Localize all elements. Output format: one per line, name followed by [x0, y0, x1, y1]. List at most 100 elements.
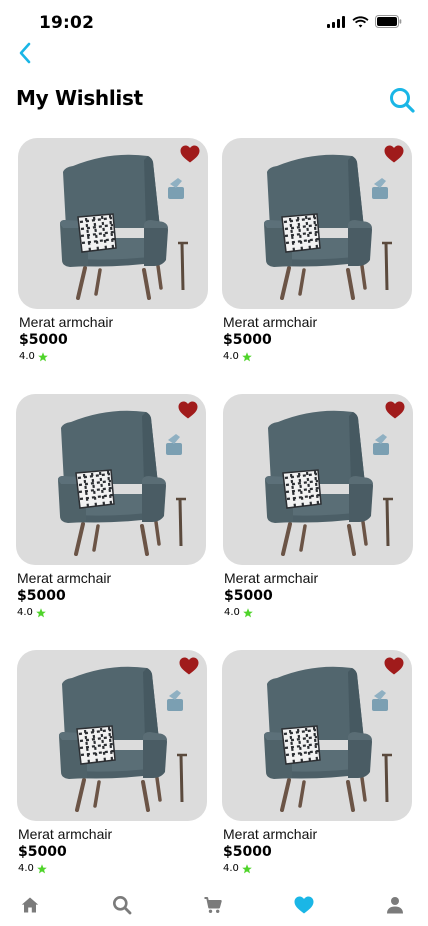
nav-wishlist[interactable] — [292, 893, 316, 917]
chair-legs — [74, 520, 161, 556]
product-price: $5000 — [223, 332, 272, 348]
product-card[interactable]: Merat armchair $5000 4.0 — [18, 138, 208, 362]
product-rating: 4.0 — [19, 351, 48, 362]
chair-legs — [281, 520, 368, 556]
armchair-image — [264, 666, 392, 812]
product-name: Merat armchair — [223, 826, 318, 842]
nav-search[interactable] — [110, 893, 134, 917]
star-icon — [38, 351, 48, 361]
product-image[interactable] — [18, 138, 208, 309]
armchair-image — [59, 666, 187, 812]
favorite-heart-icon[interactable] — [180, 145, 200, 163]
wall-lamp — [168, 178, 184, 199]
favorite-heart-icon[interactable] — [385, 401, 405, 419]
nav-cart[interactable] — [201, 893, 225, 917]
patterned-cushion — [76, 725, 116, 765]
rating-value: 4.0 — [19, 351, 35, 362]
bottom-nav — [0, 884, 428, 924]
product-rating: 4.0 — [223, 863, 252, 874]
chevron-left-icon — [19, 42, 31, 64]
status-bar: 19:02 — [0, 0, 428, 46]
product-image[interactable] — [223, 394, 413, 565]
rating-value: 4.0 — [18, 863, 34, 874]
side-stand — [382, 241, 392, 291]
side-stand — [177, 753, 187, 803]
product-rating: 4.0 — [18, 863, 47, 874]
nav-home[interactable] — [18, 893, 42, 917]
product-image[interactable] — [222, 138, 412, 309]
favorite-heart-icon[interactable] — [179, 657, 199, 675]
chair-legs — [280, 264, 367, 300]
side-stand — [383, 497, 393, 547]
star-icon — [37, 863, 47, 873]
product-rating: 4.0 — [17, 607, 46, 618]
armchair-image — [60, 154, 188, 300]
wifi-icon — [352, 15, 369, 27]
rating-value: 4.0 — [17, 607, 33, 618]
star-icon — [242, 863, 252, 873]
profile-icon — [387, 897, 403, 914]
favorite-heart-icon[interactable] — [384, 657, 404, 675]
chair-legs — [76, 264, 163, 300]
product-price: $5000 — [18, 844, 67, 860]
back-button[interactable] — [12, 40, 38, 66]
chair-legs — [75, 776, 162, 812]
favorite-heart-icon[interactable] — [178, 401, 198, 419]
patterned-cushion — [281, 213, 321, 253]
patterned-cushion — [281, 725, 321, 765]
side-stand — [176, 497, 186, 547]
armchair-image — [265, 410, 393, 556]
status-icons — [327, 15, 402, 28]
patterned-cushion — [75, 469, 115, 509]
product-price: $5000 — [19, 332, 68, 348]
cart-icon — [204, 896, 222, 913]
product-image[interactable] — [222, 650, 412, 821]
armchair-image — [58, 410, 186, 556]
product-name: Merat armchair — [19, 314, 114, 330]
side-stand — [178, 241, 188, 291]
battery-icon — [375, 15, 402, 28]
product-rating: 4.0 — [224, 607, 253, 618]
status-time: 19:02 — [39, 13, 95, 33]
product-name: Merat armchair — [224, 570, 319, 586]
product-name: Merat armchair — [223, 314, 318, 330]
nav-profile[interactable] — [383, 893, 407, 917]
side-stand — [382, 753, 392, 803]
home-icon — [21, 897, 39, 913]
product-price: $5000 — [17, 588, 66, 604]
search-icon — [390, 88, 415, 113]
page-title: My Wishlist — [16, 86, 143, 110]
product-card[interactable]: Merat armchair $5000 4.0 — [17, 650, 207, 874]
product-name: Merat armchair — [18, 826, 113, 842]
product-card[interactable]: Merat armchair $5000 4.0 — [16, 394, 206, 618]
product-card[interactable]: Merat armchair $5000 4.0 — [222, 650, 412, 874]
product-card[interactable]: Merat armchair $5000 4.0 — [223, 394, 413, 618]
product-image[interactable] — [16, 394, 206, 565]
product-name: Merat armchair — [17, 570, 112, 586]
star-icon — [36, 607, 46, 617]
product-price: $5000 — [224, 588, 273, 604]
heart-icon — [294, 896, 314, 914]
rating-value: 4.0 — [223, 863, 239, 874]
wall-lamp — [372, 178, 388, 199]
favorite-heart-icon[interactable] — [384, 145, 404, 163]
rating-value: 4.0 — [223, 351, 239, 362]
product-price: $5000 — [223, 844, 272, 860]
product-rating: 4.0 — [223, 351, 252, 362]
product-image[interactable] — [17, 650, 207, 821]
wall-lamp — [166, 434, 182, 455]
wall-lamp — [372, 690, 388, 711]
product-card[interactable]: Merat armchair $5000 4.0 — [222, 138, 412, 362]
wall-lamp — [373, 434, 389, 455]
signal-icon — [327, 15, 345, 28]
search-icon — [113, 896, 132, 915]
patterned-cushion — [282, 469, 322, 509]
patterned-cushion — [77, 213, 117, 253]
chair-legs — [280, 776, 367, 812]
rating-value: 4.0 — [224, 607, 240, 618]
star-icon — [242, 351, 252, 361]
armchair-image — [264, 154, 392, 300]
wall-lamp — [167, 690, 183, 711]
search-button[interactable] — [388, 86, 416, 114]
star-icon — [243, 607, 253, 617]
